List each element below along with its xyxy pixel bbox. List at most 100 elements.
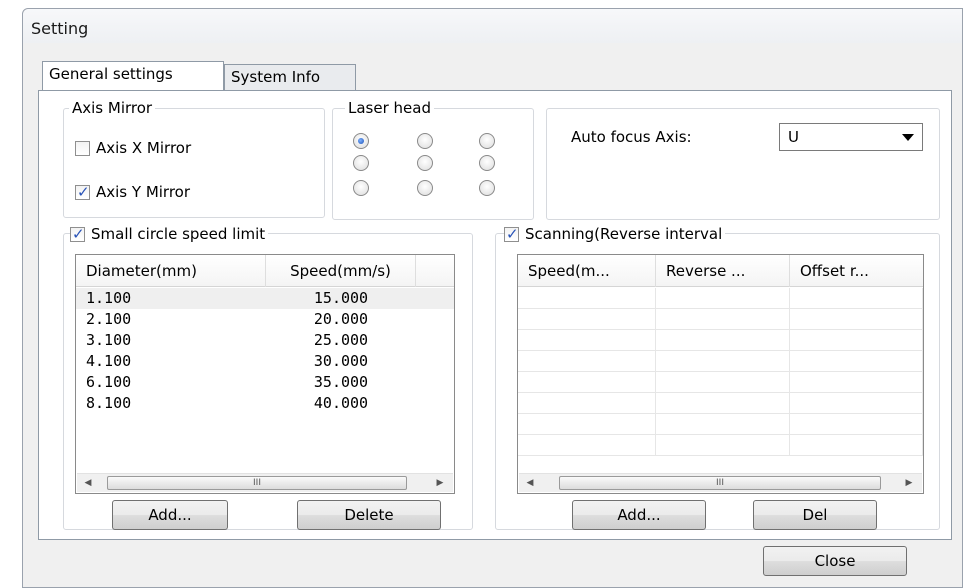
small-circle-rows: 1.100 15.000 2.100 20.000 3.100 25.000 4.100 30… <box>76 288 454 414</box>
empty-cell <box>790 414 923 435</box>
axis-y-mirror-box[interactable] <box>75 183 90 201</box>
laser-head-radio-8[interactable] <box>417 180 433 196</box>
empty-cell <box>656 414 790 435</box>
speed-cell: 25.000 <box>313 331 369 349</box>
empty-row <box>518 414 923 435</box>
laser-head-radio-5[interactable] <box>417 155 433 171</box>
small-circle-table-header: Diameter(mm) Speed(mm/s) <box>76 255 454 287</box>
empty-cell <box>790 435 923 456</box>
table-row[interactable]: 2.100 20.000 <box>76 309 454 330</box>
column-scan-speed[interactable]: Speed(m... <box>518 255 656 287</box>
small-circle-box[interactable] <box>70 225 85 243</box>
small-circle-delete-button[interactable]: Delete <box>297 500 441 530</box>
empty-cell <box>518 309 656 330</box>
auto-focus-axis-value: U <box>788 128 799 146</box>
laser-head-group: Laser head <box>332 99 534 220</box>
empty-cell <box>518 330 656 351</box>
tab-general-settings[interactable]: General settings <box>42 61 224 90</box>
auto-focus-axis-label: Auto focus Axis: <box>571 128 692 146</box>
scroll-thumb[interactable]: III <box>559 476 881 490</box>
laser-head-radio-6[interactable] <box>479 155 495 171</box>
empty-cell <box>656 288 790 309</box>
diameter-cell: 8.100 <box>86 394 132 412</box>
empty-cell <box>518 435 656 456</box>
speed-cell: 20.000 <box>313 310 369 328</box>
empty-row <box>518 288 923 309</box>
column-reverse[interactable]: Reverse ... <box>656 255 790 287</box>
empty-row <box>518 435 923 456</box>
empty-cell <box>790 330 923 351</box>
close-button[interactable]: Close <box>763 546 907 576</box>
window-title: Setting <box>31 19 89 38</box>
small-circle-hscrollbar[interactable]: ◀ III ▶ <box>77 473 453 492</box>
speed-cell: 30.000 <box>313 352 369 370</box>
axis-mirror-group: Axis Mirror Axis X Mirror Axis Y Mirror <box>63 99 325 218</box>
column-diameter[interactable]: Diameter(mm) <box>76 255 266 287</box>
column-speed[interactable]: Speed(mm/s) <box>266 255 416 287</box>
empty-cell <box>656 351 790 372</box>
empty-cell <box>790 372 923 393</box>
empty-cell <box>790 288 923 309</box>
auto-focus-axis-select[interactable]: U <box>779 123 923 151</box>
tab-system-info[interactable]: System Info <box>224 64 356 90</box>
speed-cell: 40.000 <box>313 394 369 412</box>
empty-cell <box>656 393 790 414</box>
scanning-table[interactable]: Speed(m... Reverse ... Offset r... ◀ III… <box>517 254 924 494</box>
laser-head-radio-9[interactable] <box>479 180 495 196</box>
scanning-rows <box>518 288 923 456</box>
scanning-checkbox[interactable]: Scanning(Reverse interval <box>504 225 726 243</box>
empty-row <box>518 351 923 372</box>
empty-cell <box>518 372 656 393</box>
laser-head-radio-7[interactable] <box>353 180 369 196</box>
laser-head-radio-3[interactable] <box>479 133 495 149</box>
setting-dialog: Setting General settings System Info Axi… <box>22 8 963 588</box>
empty-cell <box>518 393 656 414</box>
diameter-cell: 6.100 <box>86 373 132 391</box>
diameter-cell: 3.100 <box>86 331 132 349</box>
axis-y-mirror-checkbox[interactable]: Axis Y Mirror <box>75 183 190 201</box>
laser-head-legend: Laser head <box>345 99 434 117</box>
scroll-left-icon[interactable]: ◀ <box>81 476 95 490</box>
scroll-right-icon[interactable]: ▶ <box>433 476 447 490</box>
empty-cell <box>656 330 790 351</box>
laser-head-radio-1[interactable] <box>353 133 369 149</box>
table-row[interactable]: 1.100 15.000 <box>76 288 454 309</box>
empty-cell <box>790 393 923 414</box>
speed-cell: 15.000 <box>313 289 369 307</box>
empty-cell <box>518 351 656 372</box>
scroll-left-icon[interactable]: ◀ <box>523 476 537 490</box>
table-row[interactable]: 3.100 25.000 <box>76 330 454 351</box>
auto-focus-group: Auto focus Axis: U <box>546 108 940 220</box>
title-bar[interactable]: Setting <box>23 9 962 43</box>
empty-row <box>518 393 923 414</box>
scanning-label: Scanning(Reverse interval <box>525 225 723 243</box>
scanning-add-button[interactable]: Add... <box>572 500 706 530</box>
empty-row <box>518 330 923 351</box>
small-circle-table[interactable]: Diameter(mm) Speed(mm/s) 1.100 15.000 2.10… <box>75 254 455 494</box>
column-offset[interactable]: Offset r... <box>790 255 923 287</box>
empty-cell <box>790 309 923 330</box>
scroll-right-icon[interactable]: ▶ <box>902 476 916 490</box>
laser-head-radio-4[interactable] <box>353 155 369 171</box>
small-circle-add-button[interactable]: Add... <box>112 500 228 530</box>
axis-x-mirror-box[interactable] <box>75 140 90 156</box>
scroll-thumb[interactable]: III <box>107 476 407 490</box>
empty-row <box>518 372 923 393</box>
small-circle-speed-limit-checkbox[interactable]: Small circle speed limit <box>70 225 269 243</box>
table-row[interactable]: 6.100 35.000 <box>76 372 454 393</box>
scanning-del-button[interactable]: Del <box>753 500 877 530</box>
general-settings-panel: Axis Mirror Axis X Mirror Axis Y Mirror … <box>38 90 952 540</box>
empty-cell <box>656 435 790 456</box>
laser-head-radio-2[interactable] <box>417 133 433 149</box>
empty-row <box>518 309 923 330</box>
empty-cell <box>518 414 656 435</box>
scanning-group: Scanning(Reverse interval Speed(m... Rev… <box>495 225 940 530</box>
diameter-cell: 1.100 <box>86 289 132 307</box>
axis-x-mirror-checkbox[interactable]: Axis X Mirror <box>75 139 191 157</box>
axis-x-mirror-label: Axis X Mirror <box>96 139 192 157</box>
axis-mirror-legend: Axis Mirror <box>69 99 156 117</box>
scanning-box[interactable] <box>504 225 519 243</box>
scanning-hscrollbar[interactable]: ◀ III ▶ <box>519 473 922 492</box>
table-row[interactable]: 8.100 40.000 <box>76 393 454 414</box>
table-row[interactable]: 4.100 30.000 <box>76 351 454 372</box>
